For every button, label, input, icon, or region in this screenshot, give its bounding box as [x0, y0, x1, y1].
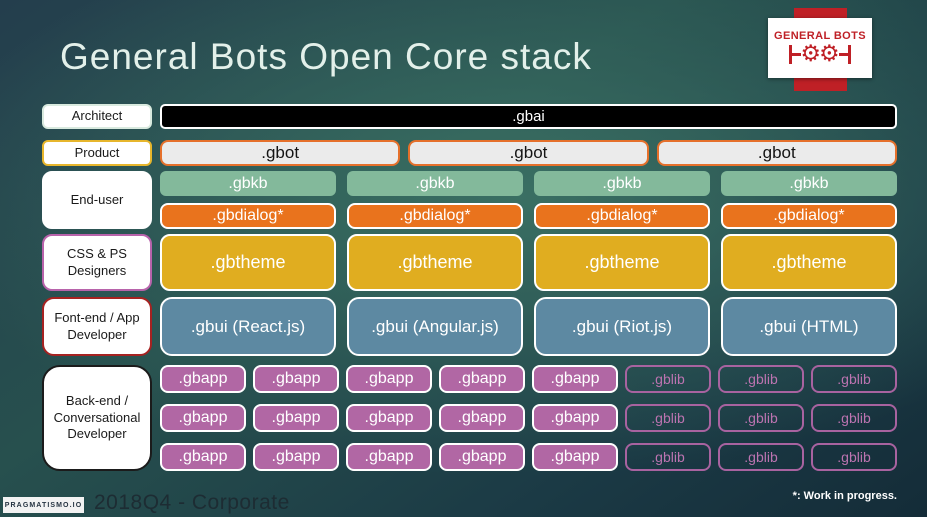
gbapp-box: .gbapp	[253, 404, 339, 432]
gbapp-box: .gbapp	[160, 365, 246, 393]
box-row-gbot: .gbot .gbot .gbot	[160, 140, 897, 166]
gbapp-box: .gbapp	[160, 443, 246, 471]
work-in-progress-note: *: Work in progress.	[792, 490, 897, 502]
page-title: General Bots Open Core stack	[60, 36, 592, 77]
box-row-gbkb: .gbkb .gbkb .gbkb .gbkb	[160, 171, 897, 196]
gbdialog-box: .gbdialog*	[534, 203, 710, 229]
box-row-gbtheme: .gbtheme .gbtheme .gbtheme .gbtheme	[160, 234, 897, 291]
gblib-box: .gblib	[625, 365, 711, 393]
gbdialog-box: .gbdialog*	[160, 203, 336, 229]
gblib-box: .gblib	[811, 404, 897, 432]
gbtheme-box: .gbtheme	[160, 234, 336, 291]
gbui-box: .gbui (Angular.js)	[347, 297, 523, 356]
band-rows-end-user: .gbkb .gbkb .gbkb .gbkb .gbdialog* .gbdialog*…	[160, 171, 897, 229]
gbapp-box: .gbapp	[253, 365, 339, 393]
band-backend: Back-end / Conversational Developer .gbapp.…	[42, 365, 897, 471]
gbapp-box: .gbapp	[439, 404, 525, 432]
gblib-box: .gblib	[625, 404, 711, 432]
gbui-box: .gbui (React.js)	[160, 297, 336, 356]
gbkb-box: .gbkb	[534, 171, 710, 196]
gbtheme-box: .gbtheme	[534, 234, 710, 291]
row-label-end-user: End-user	[42, 171, 152, 229]
row-label-frontend: Font-end / App Developer	[42, 297, 152, 356]
gbapp-box: .gbapp	[532, 443, 618, 471]
pragmatismo-logo: PRAGMATISMO.IO	[3, 497, 84, 513]
gbkb-box: .gbkb	[347, 171, 523, 196]
gbapp-box: .gbapp	[253, 443, 339, 471]
gbot-box: .gbot	[408, 140, 649, 166]
gbui-box: .gbui (Riot.js)	[534, 297, 710, 356]
gbdialog-box: .gbdialog*	[721, 203, 897, 229]
box-row-backend: .gbapp .gbapp .gbapp .gbapp .gbapp .gblib .gbl…	[160, 404, 897, 432]
gear-axle-end-right	[847, 45, 851, 64]
box-row-backend: .gbapp .gbapp .gbapp .gbapp .gbapp .gblib .gbl…	[160, 365, 897, 393]
gear-icon: ⚙	[800, 41, 821, 67]
band-rows-product: .gbot .gbot .gbot	[160, 140, 897, 166]
row-label-architect: Architect	[42, 104, 152, 129]
gbapp-box: .gbapp	[160, 404, 246, 432]
gbdialog-box: .gbdialog*	[347, 203, 523, 229]
row-label-backend: Back-end / Conversational Developer	[42, 365, 152, 471]
brand-logo: GENERAL BOTS ⚙ ⚙	[768, 18, 872, 78]
gbui-box: .gbui (HTML)	[721, 297, 897, 356]
gbtheme-box: .gbtheme	[347, 234, 523, 291]
gbot-box: .gbot	[160, 140, 401, 166]
gblib-box: .gblib	[718, 365, 804, 393]
band-rows-designers: .gbtheme .gbtheme .gbtheme .gbtheme	[160, 234, 897, 291]
stack: Architect .gbai Product .gbot .gbot .gbot End-…	[42, 104, 897, 471]
box-row-backend: .gbapp .gbapp .gbapp .gbapp .gbapp .gblib .gbl…	[160, 443, 897, 471]
gbapp-box: .gbapp	[346, 443, 432, 471]
row-label-product: Product	[42, 140, 152, 166]
gblib-box: .gblib	[625, 443, 711, 471]
gear-icon: ⚙	[819, 41, 840, 67]
band-architect: Architect .gbai	[42, 104, 897, 129]
gblib-box: .gblib	[811, 443, 897, 471]
gbapp-box: .gbapp	[346, 365, 432, 393]
box-row-gbai: .gbai	[160, 104, 897, 129]
footer-version-text: 2018Q4 - Corporate	[94, 491, 290, 514]
gbapp-box: .gbapp	[532, 404, 618, 432]
gblib-box: .gblib	[718, 443, 804, 471]
gbkb-box: .gbkb	[160, 171, 336, 196]
gblib-box: .gblib	[718, 404, 804, 432]
band-rows-architect: .gbai	[160, 104, 897, 129]
gbapp-box: .gbapp	[346, 404, 432, 432]
band-product: Product .gbot .gbot .gbot	[42, 140, 897, 166]
gbapp-box: .gbapp	[532, 365, 618, 393]
gbai-box: .gbai	[160, 104, 897, 129]
gbapp-box: .gbapp	[439, 443, 525, 471]
band-designers: CSS & PS Designers .gbtheme .gbtheme .gbthem…	[42, 234, 897, 291]
row-label-designers: CSS & PS Designers	[42, 234, 152, 291]
box-row-gbdialog: .gbdialog* .gbdialog* .gbdialog* .gbdialog*	[160, 203, 897, 229]
gblib-box: .gblib	[811, 365, 897, 393]
band-rows-backend: .gbapp .gbapp .gbapp .gbapp .gbapp .gblib .gbl…	[160, 365, 897, 471]
box-row-gbui: .gbui (React.js) .gbui (Angular.js) .gbui …	[160, 297, 897, 356]
band-end-user: End-user .gbkb .gbkb .gbkb .gbkb .gbdialog* .g…	[42, 171, 897, 229]
band-frontend: Font-end / App Developer .gbui (React.js).…	[42, 297, 897, 356]
gbot-box: .gbot	[656, 140, 897, 166]
gbtheme-box: .gbtheme	[721, 234, 897, 291]
band-rows-frontend: .gbui (React.js) .gbui (Angular.js) .gbui …	[160, 297, 897, 356]
gbkb-box: .gbkb	[721, 171, 897, 196]
brand-gears: ⚙ ⚙	[789, 41, 851, 67]
gbapp-box: .gbapp	[439, 365, 525, 393]
gear-axle-line-right	[838, 53, 848, 56]
